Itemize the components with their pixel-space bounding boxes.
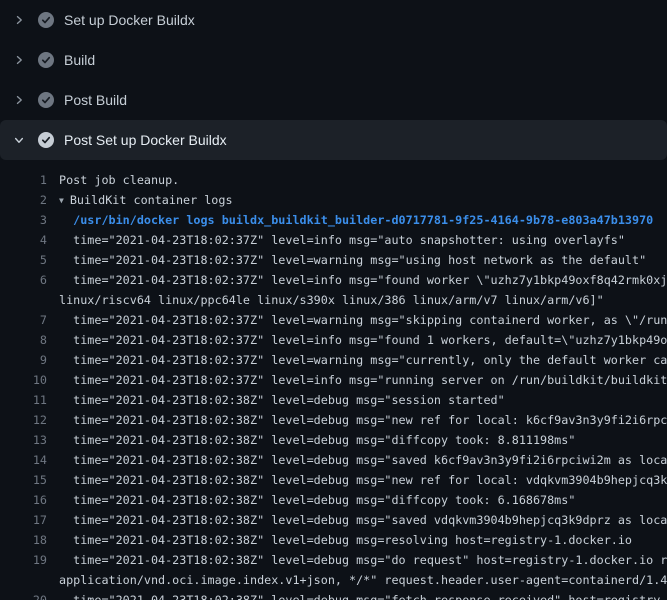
chevron-down-icon (13, 134, 25, 146)
log-line: 13 time="2021-04-23T18:02:38Z" level=deb… (0, 430, 667, 450)
line-number[interactable]: 9 (0, 350, 47, 370)
step-list: Set up Docker Buildx Build Post Build (0, 0, 667, 160)
step-row-set-up-docker-buildx[interactable]: Set up Docker Buildx (0, 0, 667, 40)
log-line: 3 /usr/bin/docker logs buildx_buildkit_b… (0, 210, 667, 230)
log-text: time="2021-04-23T18:02:38Z" level=debug … (59, 490, 575, 510)
line-number[interactable]: 8 (0, 330, 47, 350)
step-row-build[interactable]: Build (0, 40, 667, 80)
log-line: 11 time="2021-04-23T18:02:38Z" level=deb… (0, 390, 667, 410)
log-text: time="2021-04-23T18:02:38Z" level=debug … (59, 410, 667, 430)
log-line: 1 Post job cleanup. (0, 170, 667, 190)
line-number[interactable]: 19 (0, 550, 47, 570)
log-text: time="2021-04-23T18:02:37Z" level=warnin… (59, 250, 646, 270)
line-number[interactable]: 5 (0, 250, 47, 270)
log-group-toggle[interactable]: ▼ BuildKit container logs (59, 190, 233, 210)
actions-log-viewer: Set up Docker Buildx Build Post Build (0, 0, 667, 600)
log-output: 1 Post job cleanup. 2 ▼ BuildKit containe… (0, 170, 667, 600)
log-text: time="2021-04-23T18:02:37Z" level=info m… (59, 230, 625, 250)
log-line: 15 time="2021-04-23T18:02:38Z" level=deb… (0, 470, 667, 490)
log-command-text: /usr/bin/docker logs buildx_buildkit_bui… (59, 210, 653, 230)
line-number[interactable]: 11 (0, 390, 47, 410)
check-circle-icon (38, 92, 54, 108)
chevron-right-icon (13, 94, 25, 106)
line-number[interactable]: 2 (0, 190, 47, 210)
log-line: 19 time="2021-04-23T18:02:38Z" level=deb… (0, 550, 667, 570)
log-line: 10 time="2021-04-23T18:02:37Z" level=inf… (0, 370, 667, 390)
line-number[interactable]: 17 (0, 510, 47, 530)
triangle-down-icon: ▼ (59, 191, 64, 211)
log-line: 5 time="2021-04-23T18:02:37Z" level=warn… (0, 250, 667, 270)
log-line: 20 time="2021-04-23T18:02:38Z" level=deb… (0, 590, 667, 600)
log-line: 6 time="2021-04-23T18:02:37Z" level=info… (0, 270, 667, 290)
step-row-post-set-up-docker-buildx[interactable]: Post Set up Docker Buildx (0, 120, 667, 160)
log-line: 16 time="2021-04-23T18:02:38Z" level=deb… (0, 490, 667, 510)
chevron-right-icon (13, 14, 25, 26)
log-text: time="2021-04-23T18:02:37Z" level=warnin… (59, 310, 667, 330)
log-text: time="2021-04-23T18:02:38Z" level=debug … (59, 450, 667, 470)
line-number (0, 290, 47, 310)
line-number[interactable]: 14 (0, 450, 47, 470)
check-circle-icon (38, 52, 54, 68)
line-number[interactable]: 18 (0, 530, 47, 550)
log-line: linux/riscv64 linux/ppc64le linux/s390x … (0, 290, 667, 310)
line-number[interactable]: 3 (0, 210, 47, 230)
log-line: 7 time="2021-04-23T18:02:37Z" level=warn… (0, 310, 667, 330)
log-line: application/vnd.oci.image.index.v1+json,… (0, 570, 667, 590)
log-text: time="2021-04-23T18:02:38Z" level=debug … (59, 590, 667, 600)
log-text: time="2021-04-23T18:02:38Z" level=debug … (59, 510, 667, 530)
step-label: Build (64, 52, 95, 68)
line-number[interactable]: 16 (0, 490, 47, 510)
log-line: 8 time="2021-04-23T18:02:37Z" level=info… (0, 330, 667, 350)
line-number[interactable]: 12 (0, 410, 47, 430)
step-label: Set up Docker Buildx (64, 12, 195, 28)
log-line: 14 time="2021-04-23T18:02:38Z" level=deb… (0, 450, 667, 470)
log-text-wrapped: linux/riscv64 linux/ppc64le linux/s390x … (59, 290, 604, 310)
line-number[interactable]: 4 (0, 230, 47, 250)
line-number[interactable]: 13 (0, 430, 47, 450)
log-line: 2 ▼ BuildKit container logs (0, 190, 667, 210)
step-label: Post Set up Docker Buildx (64, 132, 227, 148)
log-line: 18 time="2021-04-23T18:02:38Z" level=deb… (0, 530, 667, 550)
line-number[interactable]: 15 (0, 470, 47, 490)
log-line: 4 time="2021-04-23T18:02:37Z" level=info… (0, 230, 667, 250)
log-line: 9 time="2021-04-23T18:02:37Z" level=warn… (0, 350, 667, 370)
log-text-wrapped: application/vnd.oci.image.index.v1+json,… (59, 570, 667, 590)
step-row-post-build[interactable]: Post Build (0, 80, 667, 120)
log-line: 17 time="2021-04-23T18:02:38Z" level=deb… (0, 510, 667, 530)
log-text: time="2021-04-23T18:02:37Z" level=warnin… (59, 350, 667, 370)
log-text: time="2021-04-23T18:02:38Z" level=debug … (59, 430, 575, 450)
log-group-label: BuildKit container logs (70, 193, 233, 207)
log-text: time="2021-04-23T18:02:37Z" level=info m… (59, 370, 667, 390)
line-number[interactable]: 1 (0, 170, 47, 190)
chevron-right-icon (13, 54, 25, 66)
log-text: time="2021-04-23T18:02:37Z" level=info m… (59, 330, 667, 350)
log-text: time="2021-04-23T18:02:38Z" level=debug … (59, 470, 667, 490)
step-label: Post Build (64, 92, 127, 108)
check-circle-icon (38, 132, 54, 148)
line-number[interactable]: 6 (0, 270, 47, 290)
line-number[interactable]: 7 (0, 310, 47, 330)
log-line: 12 time="2021-04-23T18:02:38Z" level=deb… (0, 410, 667, 430)
line-number[interactable]: 10 (0, 370, 47, 390)
log-text: time="2021-04-23T18:02:38Z" level=debug … (59, 550, 667, 570)
line-number (0, 570, 47, 590)
log-text: time="2021-04-23T18:02:38Z" level=debug … (59, 530, 632, 550)
log-text: time="2021-04-23T18:02:37Z" level=info m… (59, 270, 667, 290)
check-circle-icon (38, 12, 54, 28)
line-number[interactable]: 20 (0, 590, 47, 600)
log-text: Post job cleanup. (59, 170, 179, 190)
log-text: time="2021-04-23T18:02:38Z" level=debug … (59, 390, 505, 410)
